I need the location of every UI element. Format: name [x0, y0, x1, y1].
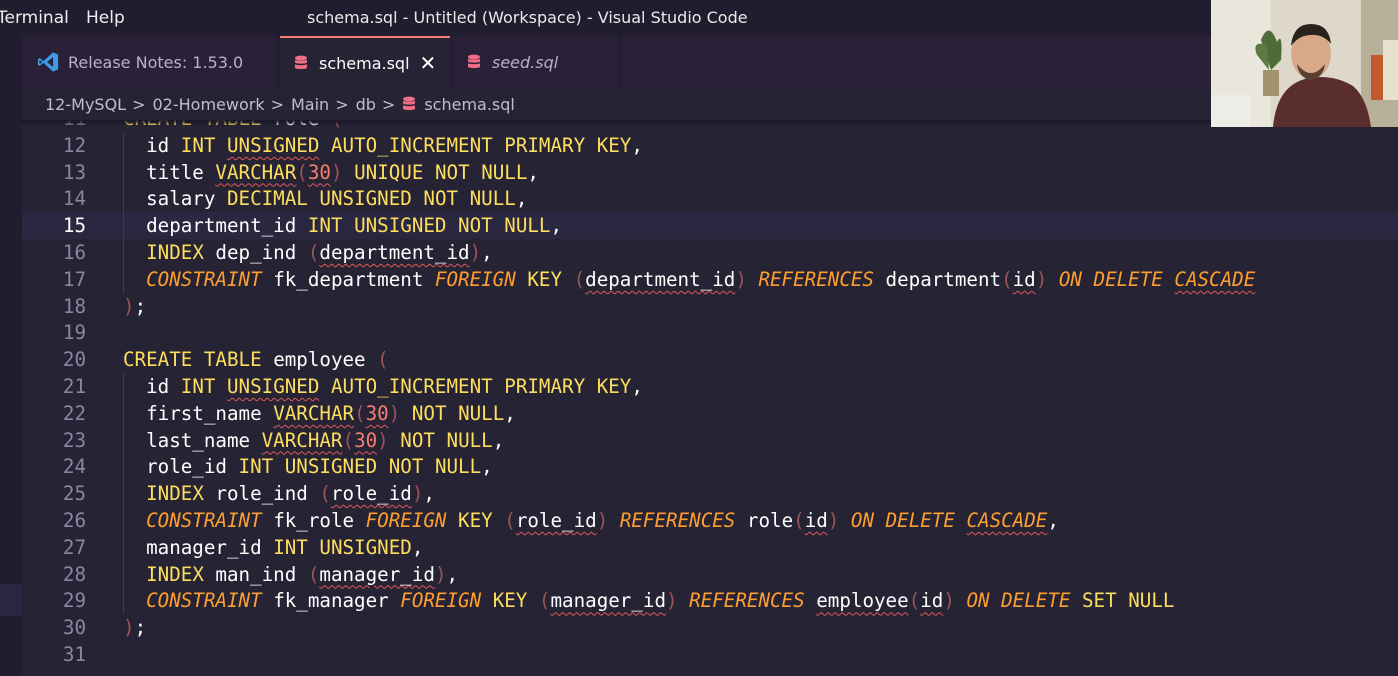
- code-line[interactable]: 23 last_name VARCHAR(30) NOT NULL,: [22, 426, 1398, 454]
- line-number: 12: [62, 133, 86, 157]
- breadcrumb-separator: >: [381, 94, 396, 114]
- code-line[interactable]: 22 first_name VARCHAR(30) NOT NULL,: [22, 399, 1398, 427]
- code-text: first_name VARCHAR(30) NOT NULL,: [123, 401, 516, 425]
- database-icon: [403, 96, 416, 111]
- code-text: id INT UNSIGNED AUTO_INCREMENT PRIMARY K…: [123, 375, 643, 398]
- breadcrumb-item[interactable]: db: [356, 95, 376, 114]
- vscode-icon: [37, 52, 59, 72]
- breadcrumb-separator: >: [270, 94, 284, 114]
- code-line[interactable]: 19: [22, 319, 1398, 346]
- code-text: CONSTRAINT fk_role FOREIGN KEY (role_id)…: [146, 509, 1059, 532]
- tab-release-notes[interactable]: Release Notes: 1.53.0: [22, 36, 277, 88]
- code-editor[interactable]: 11CREATE TABLE role (12 id INT UNSIGNED …: [22, 108, 1398, 676]
- tab-label: Release Notes: 1.53.0: [68, 52, 244, 72]
- tab-label: seed.sql: [492, 52, 559, 72]
- code-line[interactable]: 27 manager_id INT UNSIGNED,: [22, 533, 1398, 561]
- code-line[interactable]: 31: [22, 641, 1398, 668]
- webcam-overlay-icon: [1211, 0, 1398, 127]
- code-text: CONSTRAINT fk_manager FOREIGN KEY (manag…: [146, 589, 1175, 613]
- code-line[interactable]: 21 id INT UNSIGNED AUTO_INCREMENT PRIMAR…: [22, 373, 1398, 400]
- line-number: 13: [62, 160, 86, 184]
- line-number: 15: [62, 214, 86, 238]
- line-number: 21: [62, 375, 86, 398]
- line-number: 19: [62, 321, 86, 345]
- line-number: 30: [62, 616, 86, 640]
- line-number: 20: [62, 348, 86, 372]
- code-text: INDEX role_ind (role_id),: [146, 482, 435, 506]
- code-line[interactable]: 30);: [22, 614, 1398, 641]
- breadcrumb: 12-MySQL > 02-Homework > Main > db > sch…: [22, 88, 1398, 120]
- breadcrumb-shadow: [22, 120, 1398, 126]
- line-number: 29: [62, 589, 86, 613]
- database-icon: [295, 55, 307, 70]
- breadcrumb-item[interactable]: 02-Homework: [152, 95, 264, 114]
- code-text: );: [123, 294, 147, 318]
- activity-bar-marker: [0, 584, 22, 616]
- database-icon: [468, 54, 480, 69]
- code-line[interactable]: 13 title VARCHAR(30) UNIQUE NOT NULL,: [22, 158, 1398, 186]
- breadcrumb-separator: >: [335, 94, 349, 114]
- code-text: title VARCHAR(30) UNIQUE NOT NULL,: [123, 160, 539, 184]
- activity-bar: [0, 36, 22, 676]
- code-text: INDEX dep_ind (department_id),: [146, 241, 493, 264]
- code-line[interactable]: 16 INDEX dep_ind (department_id),: [22, 239, 1398, 266]
- menu-help[interactable]: Help: [86, 8, 125, 28]
- code-text: INDEX man_ind (manager_id),: [146, 562, 459, 586]
- code-line[interactable]: 15 department_id INT UNSIGNED NOT NULL,: [22, 212, 1398, 240]
- code-text: last_name VARCHAR(30) NOT NULL,: [123, 428, 505, 452]
- code-line[interactable]: 24 role_id INT UNSIGNED NOT NULL,: [22, 453, 1398, 481]
- code-line[interactable]: 14 salary DECIMAL UNSIGNED NOT NULL,: [22, 185, 1398, 213]
- tab-schema-sql[interactable]: schema.sql ✕: [280, 36, 450, 88]
- code-line[interactable]: 28 INDEX man_ind (manager_id),: [22, 560, 1398, 588]
- line-number: 17: [62, 267, 86, 291]
- breadcrumb-separator: >: [132, 94, 146, 114]
- line-number: 28: [62, 562, 86, 586]
- breadcrumb-item[interactable]: Main: [291, 95, 329, 114]
- code-text: );: [123, 616, 147, 640]
- line-number: 18: [62, 294, 86, 318]
- code-text: department_id INT UNSIGNED NOT NULL,: [123, 214, 563, 238]
- close-icon[interactable]: ✕: [420, 51, 437, 75]
- line-number: 14: [62, 187, 86, 211]
- menu-terminal[interactable]: Terminal: [0, 8, 69, 28]
- code-text: CONSTRAINT fk_department FOREIGN KEY (de…: [146, 267, 1256, 291]
- code-line[interactable]: 18);: [22, 293, 1398, 320]
- line-number: 23: [62, 428, 86, 452]
- code-text: id INT UNSIGNED AUTO_INCREMENT PRIMARY K…: [123, 133, 643, 157]
- code-line[interactable]: 17 CONSTRAINT fk_department FOREIGN KEY …: [22, 265, 1398, 293]
- webcam-overlay-icon: [1211, 0, 1398, 127]
- code-text: salary DECIMAL UNSIGNED NOT NULL,: [123, 187, 528, 211]
- code-line[interactable]: 26 CONSTRAINT fk_role FOREIGN KEY (role_…: [22, 507, 1398, 534]
- code-line[interactable]: 12 id INT UNSIGNED AUTO_INCREMENT PRIMAR…: [22, 131, 1398, 159]
- code-text: role_id INT UNSIGNED NOT NULL,: [123, 455, 493, 479]
- code-line[interactable]: 20 CREATE TABLE employee (: [22, 346, 1398, 373]
- line-number: 16: [62, 241, 86, 264]
- code-line[interactable]: 25 INDEX role_ind (role_id),: [22, 480, 1398, 508]
- breadcrumb-item[interactable]: 12-MySQL: [45, 95, 126, 114]
- code-text: CREATE TABLE employee (: [123, 348, 389, 372]
- code-line[interactable]: 29 CONSTRAINT fk_manager FOREIGN KEY (ma…: [22, 587, 1398, 615]
- line-number: 22: [62, 401, 86, 425]
- breadcrumb-item[interactable]: schema.sql: [424, 95, 515, 114]
- code-text: manager_id INT UNSIGNED,: [123, 535, 424, 559]
- line-number: 31: [62, 643, 86, 666]
- tab-seed-sql[interactable]: seed.sql: [453, 36, 618, 88]
- window-title: schema.sql - Untitled (Workspace) - Visu…: [307, 8, 748, 27]
- line-number: 27: [62, 535, 86, 559]
- tab-label: schema.sql: [319, 53, 410, 73]
- title-bar: Terminal Help schema.sql - Untitled (Wor…: [0, 0, 1398, 36]
- editor-tab-bar: Release Notes: 1.53.0 schema.sql ✕ seed.…: [22, 36, 1398, 88]
- line-number: 26: [62, 509, 86, 532]
- tab-separator: [618, 36, 621, 88]
- line-number: 25: [62, 482, 86, 506]
- line-number: 24: [62, 455, 86, 479]
